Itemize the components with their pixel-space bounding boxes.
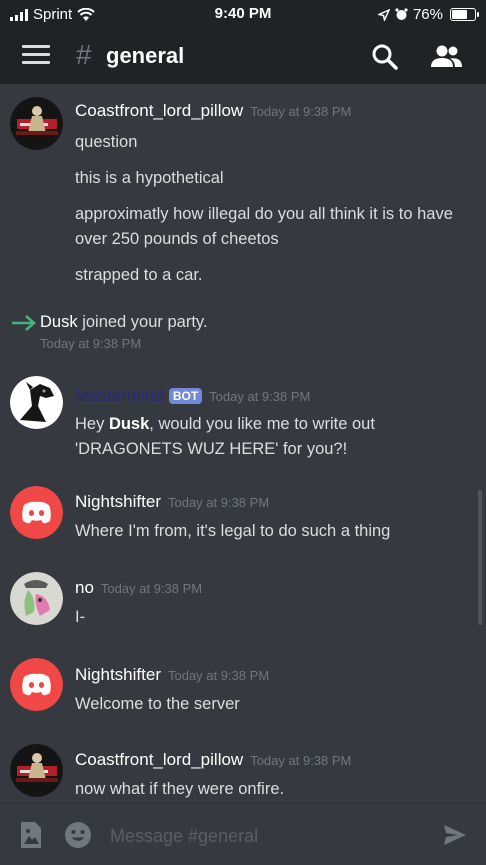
avatar[interactable] (10, 376, 63, 429)
message-list[interactable]: Coastfront_lord_pillow Today at 9:38 PM … (0, 84, 486, 802)
message-composer (0, 802, 486, 865)
message-text-pre: Hey (75, 415, 109, 433)
user-mention: Dusk (108, 415, 150, 433)
message-header: Mastermind BOT Today at 9:38 PM (75, 386, 310, 406)
battery-icon (450, 8, 479, 21)
status-left: Sprint (10, 6, 95, 23)
timestamp: Today at 9:38 PM (209, 389, 311, 404)
join-action: joined your party. (82, 313, 208, 331)
hamburger-menu-icon[interactable] (22, 45, 50, 69)
timestamp: Today at 9:38 PM (100, 581, 203, 596)
scrollbar[interactable] (478, 490, 482, 625)
carrier-name: Sprint (33, 6, 73, 23)
author-name[interactable]: Mastermind (75, 386, 164, 406)
message-text[interactable]: this is a hypothetical (75, 166, 470, 191)
message-text[interactable]: question (75, 130, 470, 155)
timestamp: Today at 9:38 PM (167, 668, 270, 683)
avatar[interactable] (10, 486, 63, 539)
author-name[interactable]: Coastfront_lord_pillow (75, 750, 243, 770)
message-header: Nightshifter Today at 9:38 PM (75, 665, 269, 685)
message-text[interactable]: Where I'm from, it's legal to do such a … (75, 519, 470, 544)
join-username[interactable]: Dusk (40, 313, 78, 331)
discord-logo-icon (10, 486, 63, 539)
avatar[interactable] (10, 97, 63, 150)
location-arrow-icon (377, 8, 390, 21)
author-name[interactable]: Coastfront_lord_pillow (75, 101, 243, 121)
discord-logo-icon (10, 658, 63, 711)
avatar[interactable] (10, 572, 63, 625)
signal-icon (10, 8, 28, 21)
message-text[interactable]: Hey Dusk, would you like me to write out… (75, 412, 470, 462)
channel-header: # general (0, 30, 486, 84)
join-arrow-icon (12, 315, 36, 331)
author-name[interactable]: no (75, 578, 94, 598)
message-text[interactable]: I- (75, 605, 470, 630)
message-text[interactable]: approximatly how illegal do you all thin… (75, 202, 470, 252)
search-icon[interactable] (370, 43, 400, 71)
battery-fill (452, 10, 468, 19)
members-icon[interactable] (430, 43, 464, 71)
alarm-icon (395, 8, 408, 20)
timestamp: Today at 9:38 PM (167, 495, 270, 510)
message-header: no Today at 9:38 PM (75, 578, 202, 598)
message-header: Nightshifter Today at 9:38 PM (75, 492, 269, 512)
send-icon[interactable] (442, 823, 468, 847)
join-text: Dusk joined your party. (40, 313, 208, 332)
battery-percent: 76% (412, 6, 443, 23)
avatar[interactable] (10, 658, 63, 711)
message-input[interactable] (110, 821, 420, 851)
wifi-icon (77, 7, 95, 21)
timestamp: Today at 9:38 PM (250, 753, 352, 768)
message-text[interactable]: strapped to a car. (75, 263, 470, 288)
message-text[interactable]: now what if they were onfire. (75, 777, 470, 802)
timestamp: Today at 9:38 PM (250, 104, 352, 119)
avatar[interactable] (10, 744, 63, 797)
channel-title: general (106, 43, 185, 68)
status-right: 76% (377, 6, 479, 23)
author-name[interactable]: Nightshifter (75, 492, 161, 512)
image-upload-icon[interactable] (18, 820, 44, 850)
author-name[interactable]: Nightshifter (75, 665, 161, 685)
timestamp: Today at 9:38 PM (40, 336, 142, 351)
channel-hash-icon: # (76, 39, 92, 70)
message-header: Coastfront_lord_pillow Today at 9:38 PM (75, 101, 351, 121)
message-text[interactable]: Welcome to the server (75, 692, 470, 717)
message-header: Coastfront_lord_pillow Today at 9:38 PM (75, 750, 351, 770)
bot-badge: BOT (168, 388, 203, 404)
emoji-icon[interactable] (64, 821, 92, 849)
status-bar: Sprint 9:40 PM 76% (0, 0, 486, 30)
